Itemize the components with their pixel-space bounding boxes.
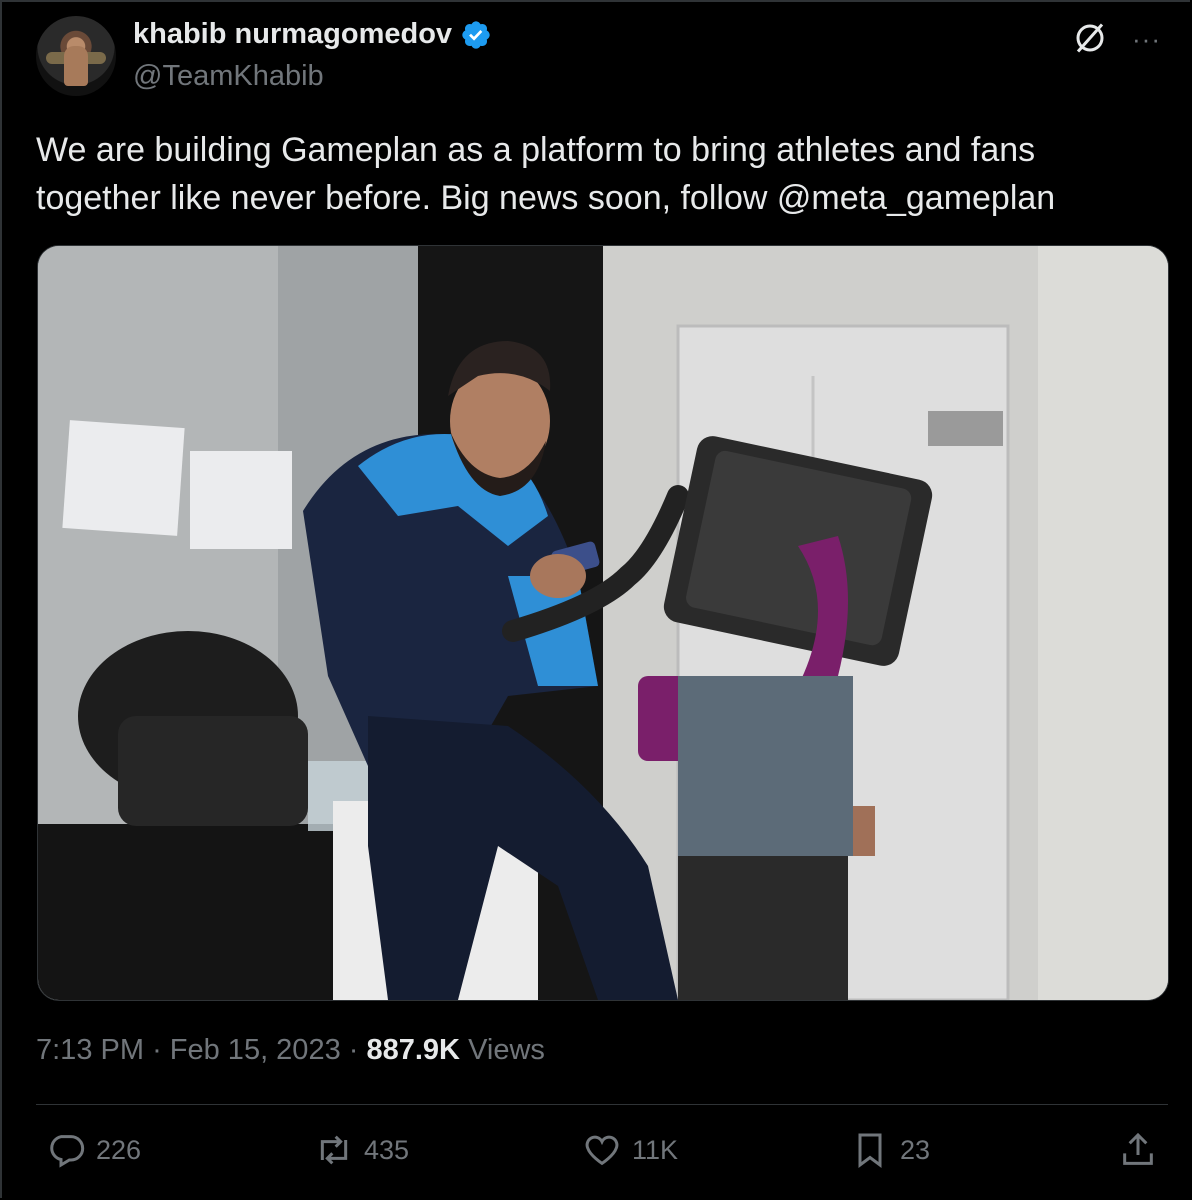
share-button[interactable]: [1118, 1130, 1158, 1170]
repost-count: 435: [364, 1134, 410, 1165]
reply-button[interactable]: 226: [46, 1130, 141, 1170]
repost-button[interactable]: 435: [314, 1130, 409, 1170]
author-display-name[interactable]: khabib nurmagomedov: [133, 18, 452, 51]
photo-illustration: pelong: [38, 246, 1168, 1000]
tweet-date[interactable]: Feb 15, 2023: [170, 1034, 341, 1066]
views-count: 887.9K: [366, 1034, 460, 1066]
reply-count: 226: [96, 1134, 142, 1165]
tweet-time[interactable]: 7:13 PM: [36, 1034, 144, 1066]
tweet-photo[interactable]: pelong: [37, 245, 1169, 1001]
reply-icon: [50, 1135, 85, 1168]
views-label: Views: [468, 1034, 545, 1066]
repost-icon: [320, 1135, 348, 1165]
tweet-card: khabib nurmagomedov @TeamKhabib ··· We a…: [0, 0, 1190, 1198]
grok-icon[interactable]: [1072, 20, 1108, 56]
tweet-meta: 7:13 PM · Feb 15, 2023 · 887.9K Views: [36, 1034, 545, 1067]
author-handle[interactable]: @TeamKhabib: [133, 60, 324, 93]
like-button[interactable]: 11K: [582, 1130, 678, 1170]
bookmark-icon: [858, 1133, 882, 1168]
verified-icon: [462, 20, 490, 49]
like-icon: [585, 1135, 619, 1166]
more-icon[interactable]: ···: [1132, 24, 1161, 55]
bookmark-button[interactable]: 23: [850, 1130, 930, 1170]
divider: [36, 1104, 1168, 1105]
author-name-row: khabib nurmagomedov: [133, 18, 492, 51]
bookmark-count: 23: [900, 1134, 931, 1165]
share-icon: [1123, 1132, 1153, 1165]
meta-separator: ·: [348, 1034, 367, 1066]
like-count: 11K: [632, 1134, 679, 1165]
author-avatar[interactable]: [36, 16, 116, 96]
tweet-text: We are building Gameplan as a platform t…: [36, 131, 1056, 217]
meta-separator: ·: [152, 1034, 170, 1066]
avatar-figure-shape: [64, 46, 88, 86]
